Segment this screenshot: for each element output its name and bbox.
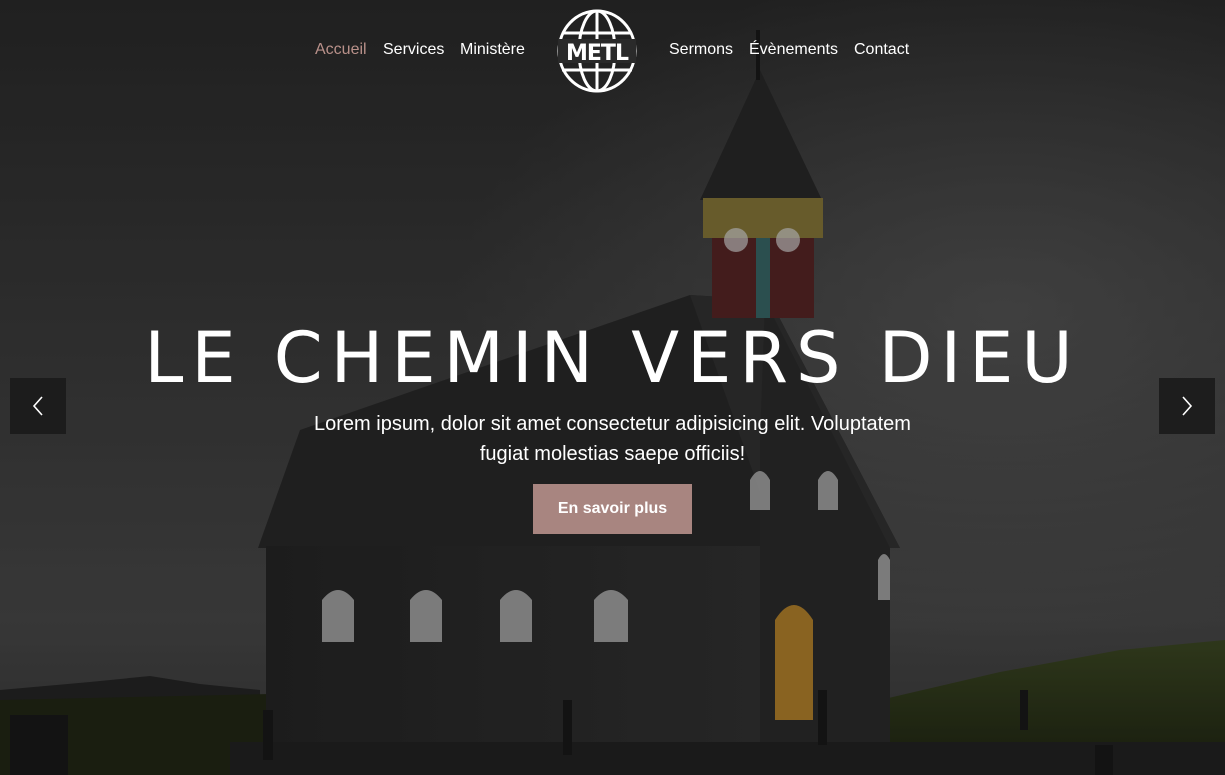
nav-link-services[interactable]: Services xyxy=(383,41,444,59)
nav-link-evenements[interactable]: Évènements xyxy=(749,41,838,59)
hero-subtitle-line-2: fugiat molestias saepe officiis! xyxy=(479,443,746,465)
logo-text: METL xyxy=(566,41,629,66)
learn-more-button[interactable]: En savoir plus xyxy=(533,484,692,534)
nav-link-contact[interactable]: Contact xyxy=(854,41,909,59)
slider-prev-button[interactable] xyxy=(10,378,66,434)
slider-next-button[interactable] xyxy=(1159,378,1215,434)
nav-link-accueil[interactable]: Accueil xyxy=(315,41,367,59)
nav-link-sermons[interactable]: Sermons xyxy=(669,41,733,59)
nav-link-ministere[interactable]: Ministère xyxy=(460,41,525,59)
globe-logo-icon: METL xyxy=(557,9,637,93)
site-logo[interactable]: METL xyxy=(556,8,638,94)
chevron-right-icon xyxy=(1182,396,1193,416)
hero-title: LE CHEMIN VERS DIEU xyxy=(144,317,1081,399)
hero-subtitle-line-1: Lorem ipsum, dolor sit amet consectetur … xyxy=(314,413,911,435)
chevron-left-icon xyxy=(32,396,43,416)
hero-subtitle: Lorem ipsum, dolor sit amet consectetur … xyxy=(300,409,925,469)
